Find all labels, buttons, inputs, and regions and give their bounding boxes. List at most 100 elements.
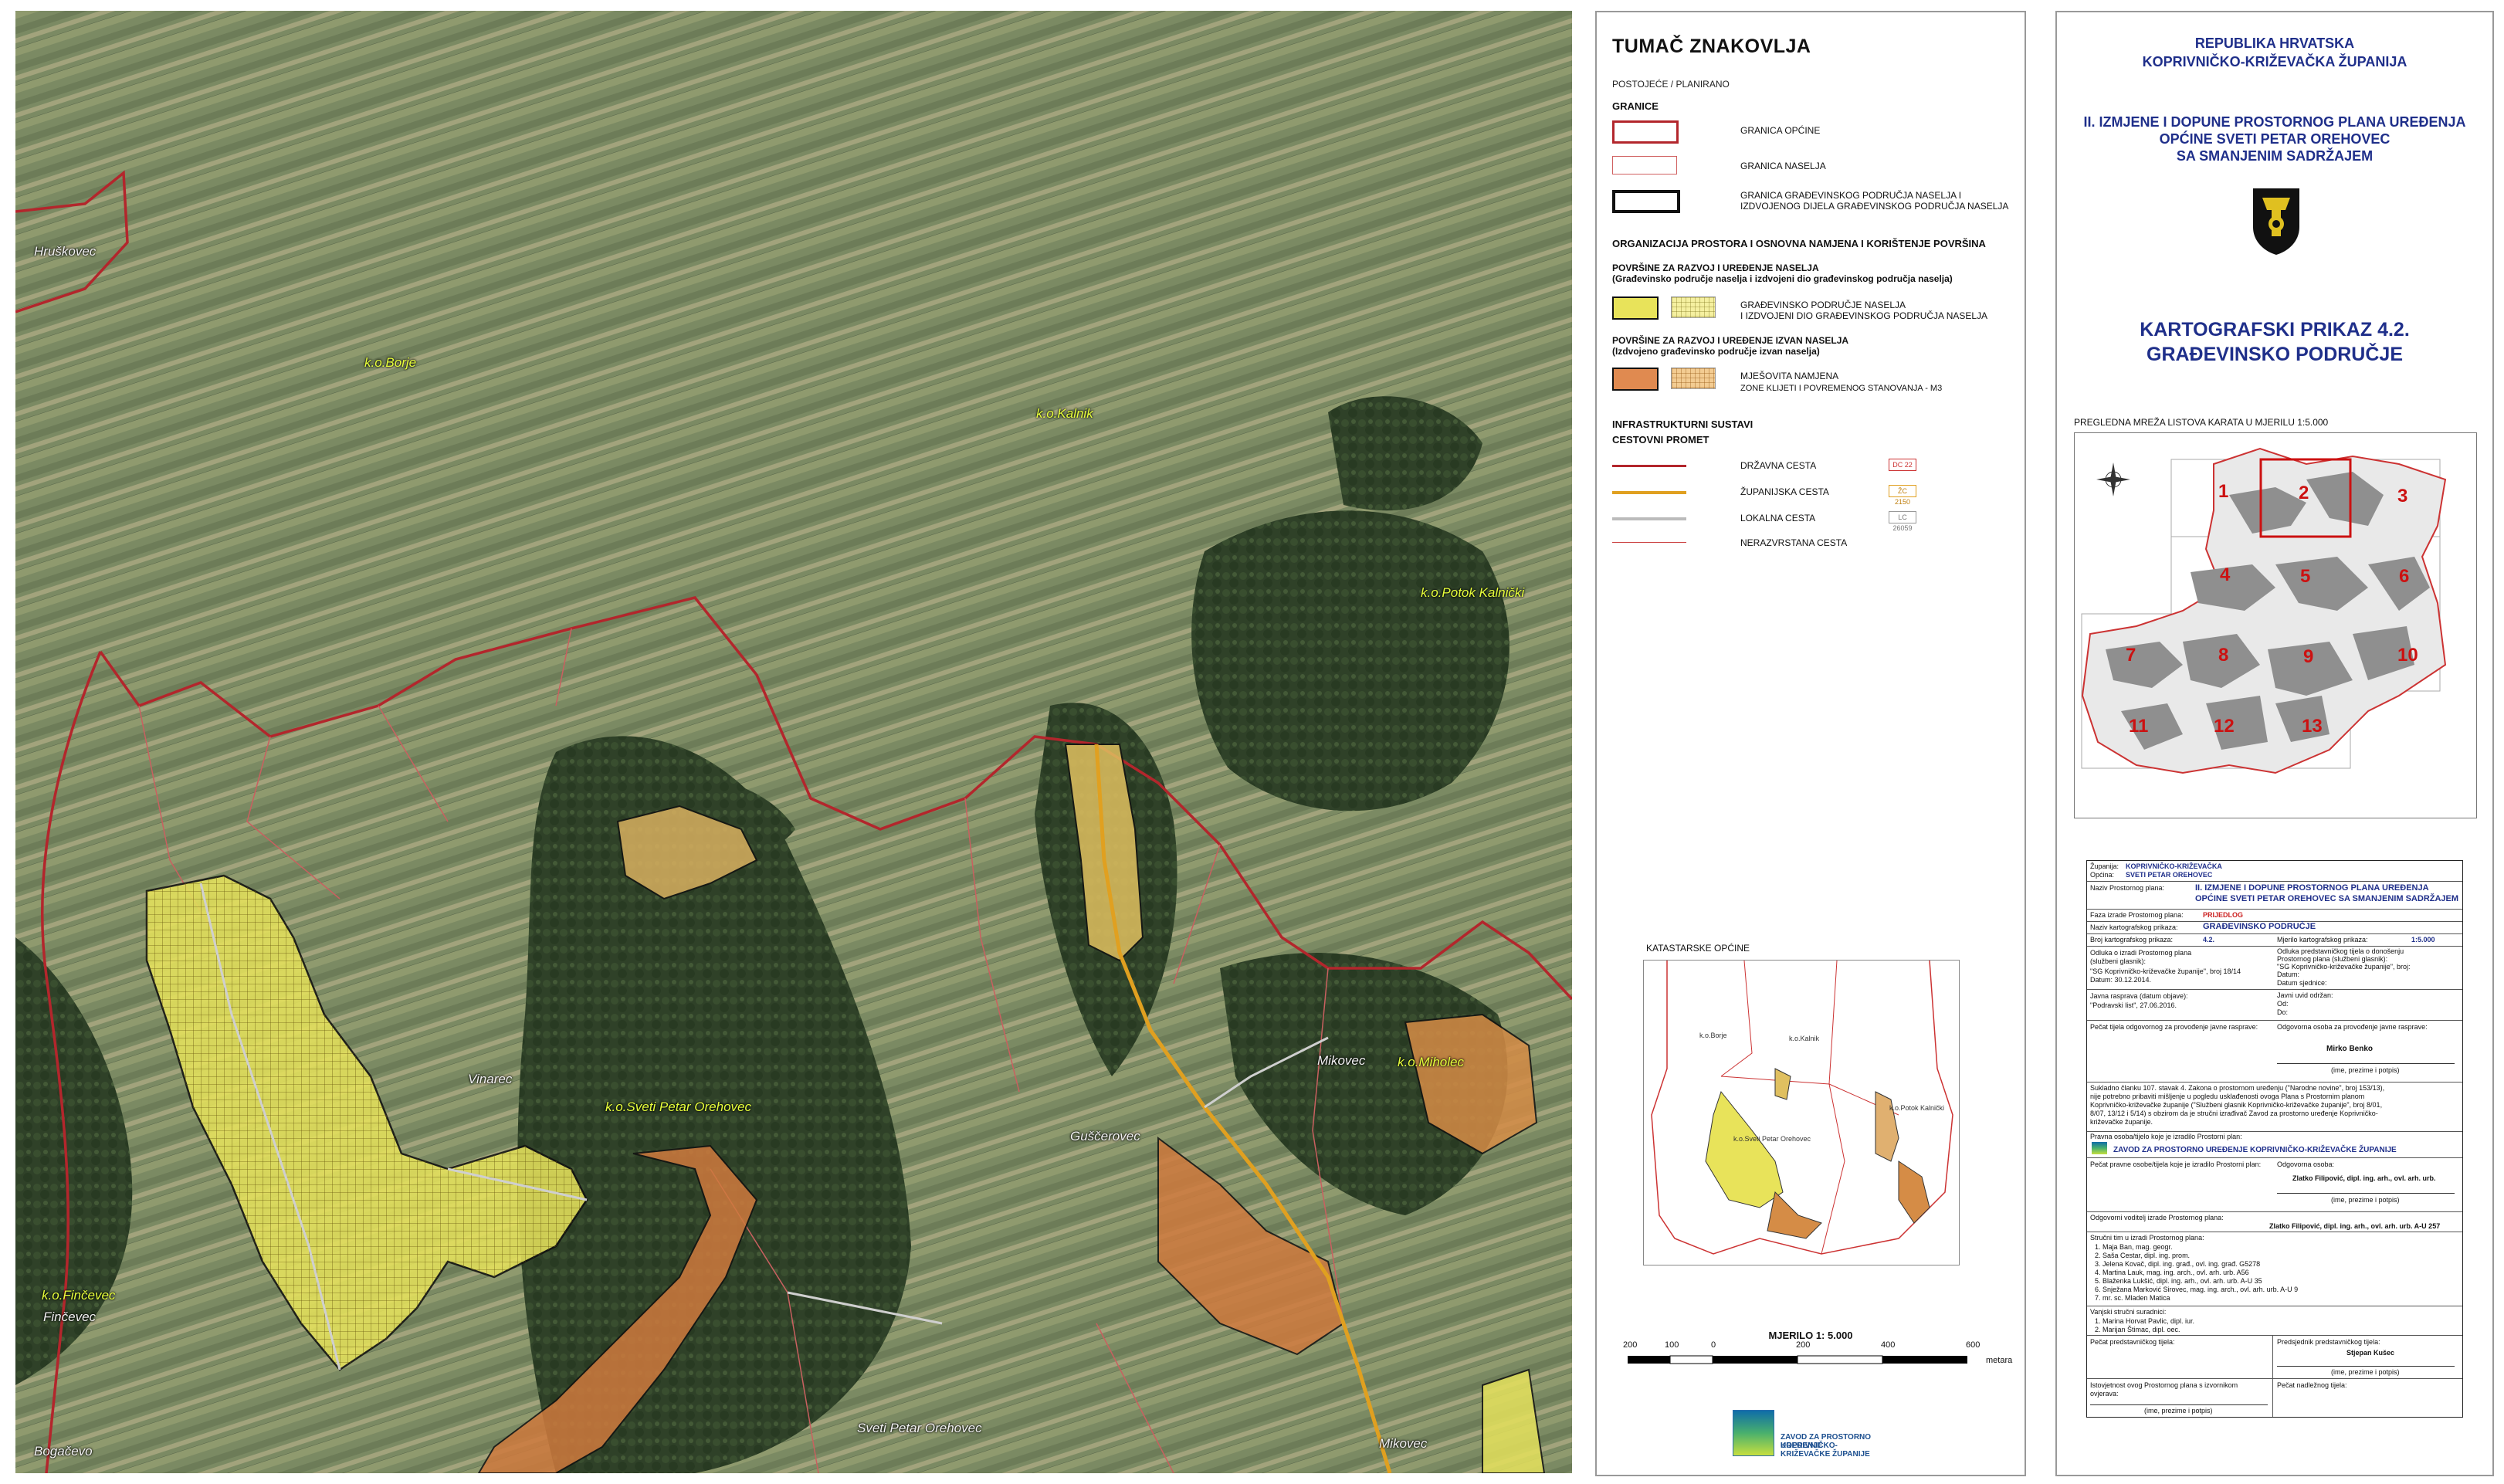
plan-title-2: OPĆINE SVETI PETAR OREHOVEC — [2159, 131, 2390, 147]
form-label: Javni uvid održan: — [2277, 991, 2333, 999]
form-label: Do: — [2277, 1008, 2289, 1016]
place-label: Hruškovec — [34, 244, 97, 259]
form-value: Zlatko Filipović, dipl. ing. arh., ovl. … — [2269, 1222, 2441, 1230]
legend-sub: (Građevinsko područje naselja i izdvojen… — [1612, 273, 1953, 284]
form-value: GRAĐEVINSKO PODRUČJE — [2203, 922, 2316, 931]
legend-title: TUMAČ ZNAKOVLJA — [1612, 36, 1811, 57]
form-label: Mjerilo kartografskog prikaza: — [2277, 936, 2368, 944]
form-label: Predsjednik predstavničkog tijela: — [2277, 1338, 2380, 1346]
scale-tick: 200 — [1623, 1340, 1638, 1350]
form-label: Odgovorni voditelj izrade Prostornog pla… — [2090, 1214, 2224, 1221]
sheet-number: 10 — [2397, 645, 2418, 666]
place-label: Sveti Petar Orehovec — [857, 1421, 982, 1435]
scale-bar-svg — [1628, 1355, 1967, 1364]
building-area-boundary-symbol — [1612, 190, 1680, 213]
zavod-small-logo-icon — [2092, 1142, 2107, 1154]
plan-title-3: SA SMANJENIM SADRŽAJEM — [2176, 148, 2374, 164]
form-row: Naziv Prostornog plana: II. IZMJENE I DO… — [2087, 881, 2462, 910]
yellow-zone-planned-symbol — [1671, 296, 1716, 318]
legend-label: GRAĐEVINSKO PODRUČJE NASELJA — [1740, 300, 1906, 310]
form-label: Općina: — [2090, 871, 2115, 879]
sheet-overview-map[interactable]: 1 2 3 4 5 6 7 8 9 10 11 12 13 — [2074, 432, 2477, 818]
place-label: Guščerovec — [1070, 1129, 1140, 1143]
scale-tick: 0 — [1711, 1340, 1716, 1350]
legend-sub: POVRŠINE ZA RAZVOJ I UREĐENJE IZVAN NASE… — [1612, 335, 1849, 346]
aerial-map[interactable]: k.o.Borje k.o.Kalnik k.o.Potok Kalnički … — [15, 11, 1572, 1473]
form-label: Pečat predstavničkog tijela: — [2090, 1338, 2175, 1346]
scale-tick: 100 — [1665, 1340, 1679, 1350]
scale-tick: 400 — [1881, 1340, 1896, 1350]
form-text: Sukladno članku 107. stavak 4. Zakona o … — [2090, 1084, 2385, 1092]
form-label: Naziv kartografskog prikaza: — [2090, 923, 2178, 931]
team-member: 7. mr. sc. Mladen Matica — [2095, 1294, 2170, 1302]
title-panel: REPUBLIKA HRVATSKA KOPRIVNIČKO-KRIŽEVAČK… — [2055, 11, 2494, 1476]
place-label: k.o.Miholec — [1398, 1055, 1464, 1069]
scale-unit: metara — [1986, 1356, 2013, 1365]
plan-data-form: Županija: KOPRIVNIČKO-KRIŽEVAČKA Općina:… — [2086, 860, 2463, 1418]
republic-heading: REPUBLIKA HRVATSKA — [2194, 36, 2355, 51]
form-label: Vanjski stručni suradnici: — [2090, 1308, 2167, 1316]
form-label: Odgovorna osoba za provođenje javne rasp… — [2277, 1023, 2428, 1031]
form-row: Vanjski stručni suradnici: 1. Marina Hor… — [2087, 1306, 2462, 1336]
place-label: Bogačevo — [34, 1444, 93, 1459]
road-code: DC 22 — [1889, 459, 1916, 471]
form-label: Javna rasprava (datum objave): — [2090, 992, 2188, 1000]
cadastral-label: k.o.Sveti Petar Orehovec — [1733, 1135, 1811, 1143]
plan-title-1: II. IZMJENE I DOPUNE PROSTORNOG PLANA UR… — [2083, 114, 2466, 130]
scale-caption: MJERILO 1: 5.000 — [1768, 1330, 1853, 1341]
form-row: Županija: KOPRIVNIČKO-KRIŽEVAČKA Općina:… — [2087, 861, 2462, 882]
legend-label: MJEŠOVITA NAMJENA — [1740, 371, 1839, 381]
form-label: Odluka o izradi Prostornog plana — [2090, 949, 2192, 957]
form-label: Naziv Prostornog plana: — [2090, 884, 2165, 892]
team-member: 2. Saša Cestar, dipl. ing. prom. — [2095, 1252, 2191, 1259]
legend-label: GRANICA GRAĐEVINSKOG PODRUČJA NASELJA I — [1740, 190, 1962, 201]
yellow-zone-existing-symbol — [1612, 296, 1659, 320]
signature-line — [2277, 1063, 2455, 1064]
legend-label: DRŽAVNA CESTA — [1740, 460, 1817, 471]
form-row: Pečat predstavničkog tijela: Predsjednik… — [2087, 1335, 2462, 1379]
form-value: II. IZMJENE I DOPUNE PROSTORNOG PLANA UR… — [2195, 883, 2429, 893]
sheet-number: 12 — [2214, 716, 2235, 737]
cadastral-map[interactable]: k.o.Borje k.o.Kalnik k.o.Potok Kalnički … — [1643, 960, 1960, 1265]
orange-zone-planned-symbol — [1671, 368, 1716, 389]
form-row: Istovjetnost ovog Prostornog plana s izv… — [2087, 1378, 2462, 1417]
carto-title-2: GRAĐEVINSKO PODRUČJE — [2147, 344, 2403, 365]
form-label: Pečat pravne osobe/tijela koje je izradi… — [2090, 1160, 2262, 1168]
form-label: Datum sjednice: — [2277, 979, 2327, 987]
road-code: ŽC 2150 — [1889, 485, 1916, 506]
form-row: Pravna osoba/tijelo koje je izradilo Pro… — [2087, 1131, 2462, 1158]
team-member: 3. Jelena Kovač, dipl. ing. građ., ovl. … — [2095, 1260, 2261, 1268]
form-text: križevačke županije. — [2090, 1118, 2153, 1126]
coat-of-arms-svg — [2253, 188, 2299, 255]
form-value: KOPRIVNIČKO-KRIŽEVAČKA — [2126, 862, 2222, 870]
form-value: ZAVOD ZA PROSTORNO UREĐENJE KOPRIVNIČKO-… — [2113, 1146, 2397, 1154]
sheet-number: 6 — [2399, 566, 2410, 587]
form-row: Sukladno članku 107. stavak 4. Zakona o … — [2087, 1082, 2462, 1132]
form-row: Javna rasprava (datum objave): "Podravsk… — [2087, 989, 2462, 1021]
team-member: 5. Blaženka Lukšić, dipl. ing. arh., ovl… — [2095, 1277, 2262, 1285]
signature-line — [2090, 1404, 2268, 1405]
sheet-number: 11 — [2129, 716, 2149, 737]
place-label: Mikovec — [1317, 1053, 1366, 1068]
map-svg — [15, 11, 1572, 1473]
sheet-number: 13 — [2302, 716, 2323, 737]
place-label: Finčevec — [43, 1310, 97, 1324]
legend-label: LOKALNA CESTA — [1740, 513, 1816, 523]
form-label: Pravna osoba/tijelo koje je izradilo Pro… — [2090, 1133, 2242, 1140]
form-label: (ime, prezime i potpis) — [2144, 1407, 2213, 1415]
form-value: PRIJEDLOG — [2203, 911, 2244, 919]
place-label: k.o.Borje — [364, 355, 417, 370]
form-row: Stručni tim u izradi Prostornog plana: 1… — [2087, 1232, 2462, 1306]
scale-tick: 200 — [1796, 1340, 1811, 1350]
form-value: Zlatko Filipović, dipl. ing. arh., ovl. … — [2292, 1174, 2436, 1182]
form-row: Odluka o izradi Prostornog plana (službe… — [2087, 946, 2462, 990]
form-label: (ime, prezime i potpis) — [2331, 1066, 2400, 1074]
legend-label: I IZDVOJENI DIO GRAĐEVINSKOG PODRUČJA NA… — [1740, 310, 1988, 321]
form-row: Faza izrade Prostornog plana: PRIJEDLOG — [2087, 909, 2462, 922]
overview-caption: PREGLEDNA MREŽA LISTOVA KARATA U MJERILU… — [2074, 417, 2329, 428]
form-value: 4.2. — [2203, 936, 2215, 944]
road-code: LC 26059 — [1889, 511, 1916, 532]
legend-label: IZDVOJENOG DIJELA GRAĐEVINSKOG PODRUČJA … — [1740, 201, 2009, 212]
zavod-logo-icon — [1733, 1410, 1774, 1456]
sheet-number: 5 — [2300, 566, 2311, 587]
